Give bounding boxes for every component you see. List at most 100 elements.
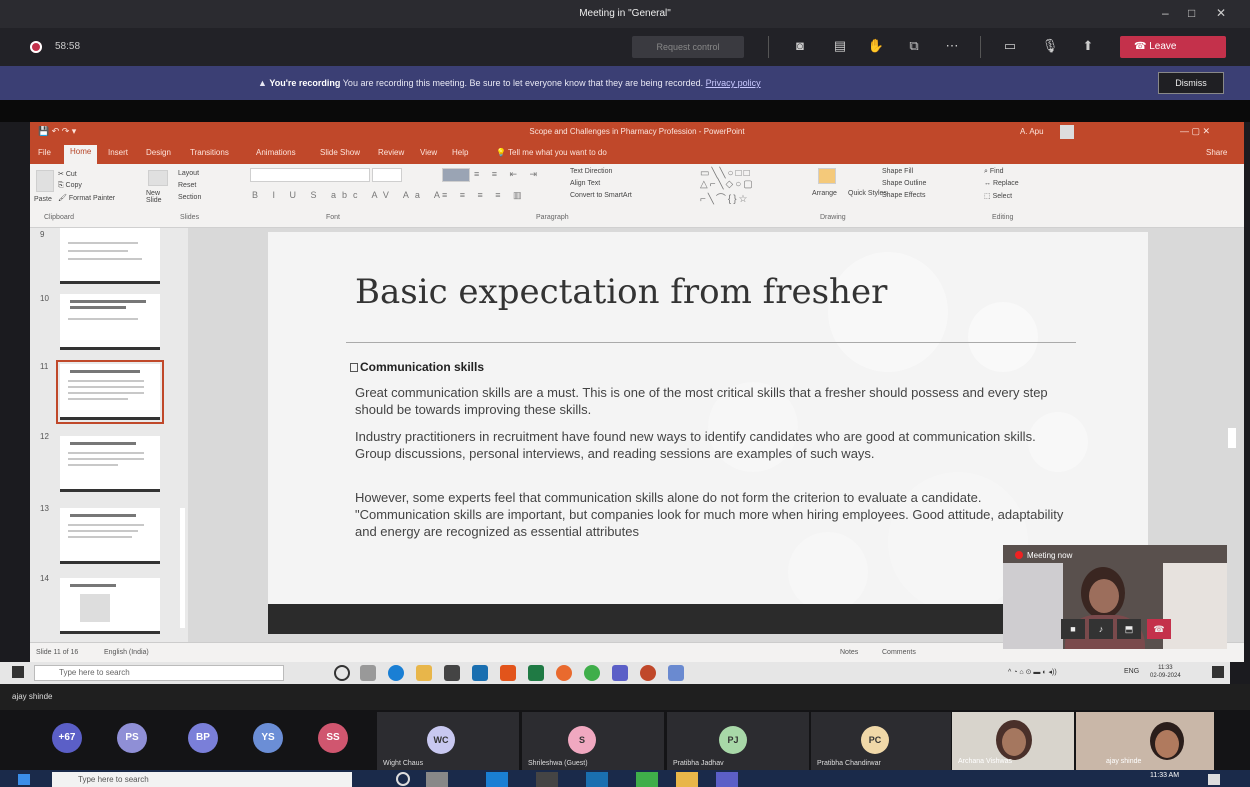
slide-thumbnail[interactable] — [60, 436, 160, 492]
powerpoint-icon[interactable] — [640, 665, 656, 681]
shape-outline-button[interactable]: Shape Outline — [882, 180, 926, 187]
font-size-dropdown[interactable] — [372, 168, 402, 182]
edge-icon[interactable] — [486, 772, 508, 787]
notification-icon[interactable] — [1208, 774, 1220, 785]
align-text-button[interactable]: Align Text — [570, 180, 600, 187]
close-button[interactable]: ✕ — [1216, 6, 1226, 20]
file-explorer-icon[interactable] — [676, 772, 698, 787]
paste-label[interactable]: Paste — [34, 196, 52, 203]
font-name-dropdown[interactable] — [250, 168, 370, 182]
share-icon[interactable]: ⬆ — [1078, 38, 1098, 56]
tab-animations[interactable]: Animations — [256, 148, 296, 157]
tab-slideshow[interactable]: Slide Show — [320, 148, 360, 157]
list-icons[interactable]: ≡ ≡ ⇤ ⇥ — [474, 169, 542, 180]
shape-effects-button[interactable]: Shape Effects — [882, 192, 925, 199]
tray-icons[interactable]: ^ ◔ ⌂ ⊙ ▬ ◐ ◂)) — [1008, 668, 1057, 676]
participant-tile[interactable]: S Shrileshwa (Guest) — [522, 712, 664, 770]
store-icon[interactable] — [444, 665, 460, 681]
tab-design[interactable]: Design — [146, 148, 171, 157]
copy-button[interactable]: ⎘ Copy — [58, 182, 82, 190]
arrange-button[interactable]: Arrange — [812, 190, 837, 197]
font-format-icons[interactable]: B I U S abc AV Aa A — [252, 190, 446, 200]
paste-icon[interactable] — [36, 170, 54, 192]
windows-start-icon[interactable] — [18, 774, 30, 785]
dismiss-button[interactable]: Dismiss — [1158, 72, 1224, 94]
firefox-icon[interactable] — [556, 665, 572, 681]
notification-icon[interactable] — [1212, 666, 1224, 678]
participant-tile[interactable]: PC Pratibha Chandirwar — [811, 712, 951, 770]
participant-avatar[interactable]: PS — [117, 723, 147, 753]
video-camera-icon[interactable]: ■ — [1061, 619, 1085, 639]
participant-tile[interactable]: PJ Pratibha Jadhav — [667, 712, 809, 770]
ppt-user[interactable]: A. Apu — [1020, 127, 1044, 136]
task-view-icon[interactable] — [360, 665, 376, 681]
privacy-policy-link[interactable]: Privacy policy — [706, 78, 761, 88]
slide-thumbnail[interactable] — [60, 228, 160, 284]
request-control-button[interactable]: Request control — [632, 36, 744, 58]
presenter-video[interactable]: Meeting now ■ ♪ ⬒ ☎ — [1003, 545, 1227, 649]
language-indicator[interactable]: English (India) — [104, 649, 149, 656]
thumbnail-scrollbar[interactable] — [180, 508, 185, 628]
taskbar-search-box[interactable]: Type here to search — [52, 772, 352, 787]
ppt-window-controls[interactable]: — ▢ ✕ — [1180, 126, 1210, 137]
participant-camera-tile[interactable]: ajay shinde — [1076, 712, 1214, 770]
lang-indicator[interactable]: ENG — [1124, 668, 1139, 675]
reset-button[interactable]: Reset — [178, 182, 196, 189]
slide-thumbnail-selected[interactable] — [56, 360, 164, 424]
slide-thumbnail[interactable] — [60, 294, 160, 350]
cut-button[interactable]: ✂ Cut — [58, 170, 77, 178]
more-icon[interactable]: ⋯ — [942, 38, 962, 56]
shapes-gallery-icon[interactable]: ▭╲╲○□□ △⌐╲◇○▢ ⌐╲⌒{}☆ — [700, 168, 755, 205]
text-direction-button[interactable]: Text Direction — [570, 168, 612, 175]
video-mic-icon[interactable]: ♪ — [1089, 619, 1113, 639]
layout-button[interactable]: Layout — [178, 170, 199, 177]
edge-icon[interactable] — [388, 665, 404, 681]
teams-icon[interactable] — [716, 772, 738, 787]
replace-button[interactable]: ↔ Replace — [984, 180, 1019, 187]
share-button[interactable]: Share — [1206, 148, 1227, 157]
tab-insert[interactable]: Insert — [108, 148, 128, 157]
cortana-icon[interactable] — [396, 772, 410, 786]
teams-icon[interactable] — [612, 665, 628, 681]
office-icon[interactable] — [500, 665, 516, 681]
notes-button[interactable]: Notes — [840, 649, 858, 656]
new-slide-label[interactable]: New Slide — [146, 190, 172, 204]
align-icons[interactable]: ≡ ≡ ≡ ≡ ▥ — [442, 190, 527, 201]
leave-button[interactable]: ☎ Leave — [1120, 36, 1226, 58]
more-participants-avatar[interactable]: +67 — [52, 723, 82, 753]
mail-icon[interactable] — [586, 772, 608, 787]
select-button[interactable]: ⬚ Select — [984, 192, 1012, 200]
section-button[interactable]: Section — [178, 194, 201, 201]
inner-search-box[interactable]: Type here to search — [34, 665, 284, 681]
end-call-icon[interactable]: ☎ — [1147, 619, 1171, 639]
mic-icon[interactable]: 🎙 — [1040, 38, 1060, 56]
slide-thumbnail[interactable] — [60, 578, 160, 634]
find-button[interactable]: ⌕ Find — [984, 168, 1004, 176]
participant-tile[interactable]: WC Wight Chaus — [377, 712, 519, 770]
minimize-button[interactable]: – — [1162, 6, 1169, 20]
maximize-button[interactable]: □ — [1188, 6, 1195, 20]
tab-transitions[interactable]: Transitions — [190, 148, 229, 157]
task-view-icon[interactable] — [426, 772, 448, 787]
chat-icon[interactable]: ▤ — [830, 38, 850, 56]
tab-view[interactable]: View — [420, 148, 437, 157]
format-painter-button[interactable]: 🖌 Format Painter — [58, 194, 115, 202]
participant-camera-tile[interactable]: Archana Vishwas — [952, 712, 1074, 770]
start-icon[interactable] — [12, 666, 24, 678]
new-slide-icon[interactable] — [148, 170, 168, 186]
participant-avatar[interactable]: BP — [188, 723, 218, 753]
slide-thumbnail[interactable] — [60, 508, 160, 564]
convert-smartart-button[interactable]: Convert to SmartArt — [570, 192, 632, 199]
cortana-icon[interactable] — [334, 665, 350, 681]
comments-button[interactable]: Comments — [882, 649, 916, 656]
mail-icon[interactable] — [472, 665, 488, 681]
camera-toggle-icon[interactable]: ▭ — [1000, 38, 1020, 56]
chrome-icon[interactable] — [584, 665, 600, 681]
tab-help[interactable]: Help — [452, 148, 468, 157]
store-icon[interactable] — [536, 772, 558, 787]
camera-icon[interactable]: ◙ — [790, 38, 810, 56]
tab-review[interactable]: Review — [378, 148, 404, 157]
video-share-icon[interactable]: ⬒ — [1117, 619, 1141, 639]
participant-avatar[interactable]: YS — [253, 723, 283, 753]
tell-me-search[interactable]: 💡 Tell me what you want to do — [496, 148, 607, 157]
